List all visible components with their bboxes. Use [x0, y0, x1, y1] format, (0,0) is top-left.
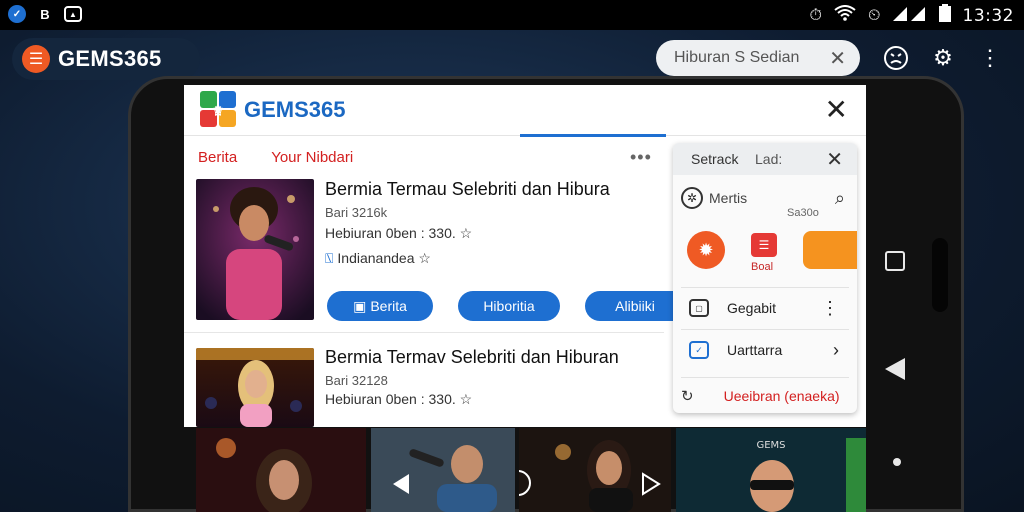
recent-apps-icon[interactable] [884, 250, 906, 277]
category-tabs: Berita Your Nibdari [198, 149, 353, 166]
card-image-performer[interactable] [196, 348, 314, 427]
panel-divider [681, 329, 849, 330]
panel-header: Setrack Lad: ✕ [673, 143, 857, 175]
panel-search-label: Mertis [709, 190, 748, 206]
image-notification-icon: ▲ [64, 6, 82, 22]
hamburger-menu-icon[interactable]: ☰ [22, 45, 50, 73]
chevron-right-icon[interactable]: › [833, 340, 839, 361]
panel-header-tab[interactable]: Lad: [755, 151, 782, 167]
card-meta-rating: Hebiuran 0ben : 330. ☆ [325, 225, 473, 241]
card-divider [184, 332, 664, 333]
timer-icon: ⏲ [868, 6, 881, 24]
tag-icon: ▣ [353, 297, 367, 314]
app-header: ♛ GEMS365 ✕ [184, 85, 866, 137]
search-icon[interactable]: ⌕ [835, 188, 845, 209]
search-bar[interactable]: Hiburan S Sedian ✕ [656, 40, 860, 76]
settings-gear-icon[interactable]: ⚙ [927, 42, 959, 74]
prev-arrow-icon[interactable] [391, 472, 411, 501]
refresh-icon: ↻ [681, 388, 694, 405]
more-options-icon[interactable]: ••• [630, 147, 652, 168]
panel-header-label: Setrack [691, 151, 739, 167]
home-dot-icon[interactable] [892, 454, 902, 472]
brand-pill[interactable]: ☰ GEMS365 [12, 38, 200, 80]
panel-close-icon[interactable]: ✕ [826, 147, 843, 172]
clear-search-icon[interactable]: ✕ [829, 46, 846, 71]
thumbnail-woman-stage[interactable] [519, 428, 671, 512]
panel-item-gegabit[interactable]: ▢ Gegabit ⋮ [673, 291, 857, 325]
signal-icon [892, 5, 927, 26]
app-notification-icon: ✓ [8, 5, 26, 23]
tablet-icon: ▢ [689, 299, 709, 317]
folder-icon: ✓ [689, 341, 709, 359]
panel-item-label: Gegabit [727, 300, 777, 316]
phone-side-button [932, 238, 948, 312]
list-shortcut-icon[interactable]: ☰ [751, 233, 777, 257]
card-title[interactable]: Bermia Termav Selebriti dan Hiburan [325, 347, 619, 368]
popup-panel: Setrack Lad: ✕ ✲ Mertis ⌕ Sa30o ✹ ☰ Boal… [673, 143, 857, 413]
card-meta: Bari 32128 [325, 373, 388, 388]
panel-search-sub: Sa30o [787, 207, 819, 219]
app-title: GEMS365 [244, 97, 346, 122]
card-image-singer[interactable] [196, 179, 314, 320]
clock: 13:32 [962, 5, 1014, 26]
svg-text:♛: ♛ [212, 104, 225, 120]
berita-button[interactable]: ▣ Berita [327, 291, 433, 321]
active-tab-indicator [520, 134, 666, 137]
thumbnail-concert-woman[interactable] [196, 428, 366, 512]
panel-search-row[interactable]: ✲ Mertis ⌕ [673, 183, 857, 213]
tab-berita[interactable]: Berita [198, 149, 237, 166]
panel-footer[interactable]: ↻ Ueeibran (enaeka) [673, 383, 857, 409]
card-meta-rating: Hebiuran 0ben : 330. ☆ [325, 391, 473, 407]
gems365-logo-icon: ♛ [200, 91, 236, 127]
next-arrow-icon[interactable] [641, 472, 661, 501]
emoji-icon[interactable] [880, 42, 912, 74]
tab-your-nibdari[interactable]: Your Nibdari [271, 149, 353, 166]
search-input[interactable]: Hiburan S Sedian [674, 49, 829, 67]
wifi-icon [834, 5, 856, 26]
close-icon[interactable]: ✕ [825, 93, 848, 126]
panel-divider [681, 377, 849, 378]
battery-icon [938, 4, 951, 27]
card-title[interactable]: Bermia Termau Selebriti dan Hibura [325, 179, 610, 200]
more-vert-icon[interactable]: ⋮ [974, 42, 1006, 74]
back-triangle-icon[interactable] [883, 358, 907, 385]
compass-icon: ✲ [681, 187, 703, 209]
bookmark-icon: ⍂ [325, 250, 334, 266]
alibiiki-button[interactable]: Alibiiki [585, 291, 685, 321]
b-notification-icon: B [40, 6, 50, 22]
card-meta: Bari 3216k [325, 205, 388, 220]
brand-title: GEMS365 [58, 46, 162, 71]
card-meta-tag: ⍂ Indianandea ☆ [325, 250, 431, 266]
hiboritia-button[interactable]: Hiboritia [458, 291, 560, 321]
thumbnail-singer-mic[interactable] [371, 428, 515, 512]
alarm-icon: ⏱ [809, 6, 823, 24]
panel-item-label: Uarttarra [727, 342, 783, 358]
gear-shortcut-icon[interactable]: ✹ [687, 231, 725, 269]
item-more-icon[interactable]: ⋮ [821, 298, 839, 319]
panel-footer-label: Ueeibran (enaeka) [723, 388, 840, 404]
orange-shortcut-button[interactable] [803, 231, 857, 269]
status-bar: ✓ B ▲ ⏱ ⏲ 13:32 [0, 0, 1024, 30]
panel-divider [681, 287, 849, 288]
shortcut-label: Boal [751, 261, 774, 273]
panel-item-uarttarra[interactable]: ✓ Uarttarra › [673, 333, 857, 367]
thumbnail-bald-man[interactable]: GEMS [676, 428, 866, 512]
svg-text:GEMS: GEMS [756, 440, 785, 451]
